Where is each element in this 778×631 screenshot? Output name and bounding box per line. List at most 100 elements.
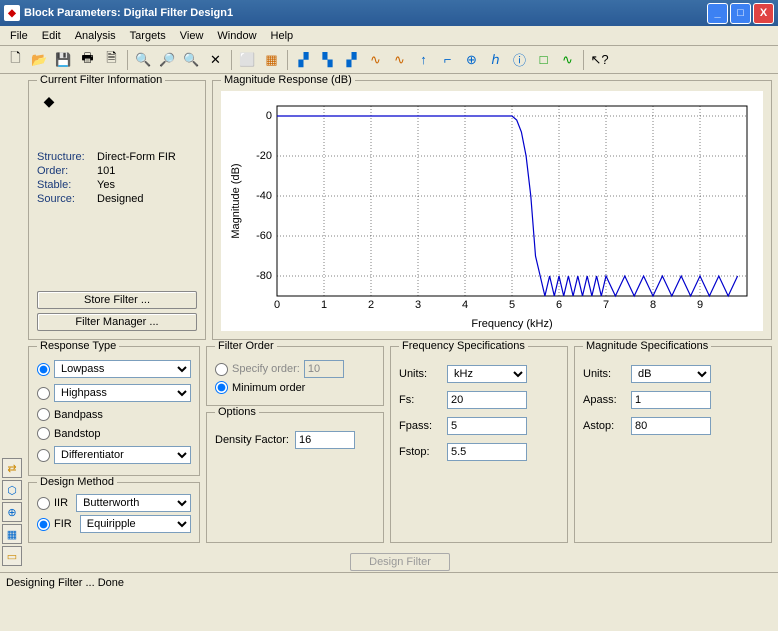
full-view-icon[interactable]: ⬜ <box>236 49 259 71</box>
print-icon[interactable]: 🖶 <box>76 49 99 71</box>
menu-targets[interactable]: Targets <box>124 28 172 44</box>
maximize-button[interactable]: □ <box>730 3 751 24</box>
svg-text:4: 4 <box>462 299 468 311</box>
polezero-icon[interactable]: ⊕ <box>460 49 483 71</box>
options-panel: Options Density Factor: <box>206 412 384 543</box>
info-icon[interactable]: ⓘ <box>508 49 531 71</box>
left-toolbar: ⇄ ⬡ ⊕ ▦ ▭ <box>0 74 24 572</box>
fs-label: Fs: <box>399 394 441 406</box>
fs-input[interactable] <box>447 391 527 409</box>
menu-help[interactable]: Help <box>265 28 300 44</box>
apass-input[interactable] <box>631 391 711 409</box>
density-factor-input[interactable] <box>295 431 355 449</box>
step-icon[interactable]: ⌐ <box>436 49 459 71</box>
phase-resp-icon[interactable]: ▚ <box>316 49 339 71</box>
minimum-order-label: Minimum order <box>232 382 305 394</box>
magnitude-chart: 01234567890-20-40-60-80Frequency (kHz)Ma… <box>221 91 763 331</box>
fpass-input[interactable] <box>447 417 527 435</box>
coeffs-icon[interactable]: ℎ <box>484 49 507 71</box>
svg-text:3: 3 <box>415 299 421 311</box>
statusbar: Designing Filter ... Done <box>0 572 778 592</box>
design-method-panel: Design Method IIRButterworth FIREquiripp… <box>28 482 200 543</box>
freq-units-select[interactable]: kHz <box>447 365 527 383</box>
astop-input[interactable] <box>631 417 711 435</box>
filter-info-panel: Current Filter Information ◆ Structure:D… <box>28 80 206 340</box>
fstop-input[interactable] <box>447 443 527 461</box>
density-factor-label: Density Factor: <box>215 434 289 446</box>
polezero-mode-icon[interactable]: ⊕ <box>2 502 22 522</box>
app-icon: ◆ <box>4 5 20 21</box>
phase-delay-icon[interactable]: ∿ <box>388 49 411 71</box>
order-label: Order: <box>37 165 97 177</box>
help-icon[interactable]: ↖? <box>588 49 611 71</box>
mag-resp-icon[interactable]: ▞ <box>292 49 315 71</box>
toolbar: 🗋 📂 💾 🖶 🗎 🔍 🔎 🔍 ✕ ⬜ ▦ ▞ ▚ ▞ ∿ ∿ ↑ ⌐ ⊕ ℎ … <box>0 46 778 74</box>
filter-order-legend: Filter Order <box>215 340 277 352</box>
matlab-icon: ◆ <box>37 91 61 111</box>
freq-specs-legend: Frequency Specifications <box>399 340 528 352</box>
roundoff-icon[interactable]: ∿ <box>556 49 579 71</box>
window-title: Block Parameters: Digital Filter Design1 <box>24 7 707 19</box>
frequency-specs-panel: Frequency Specifications Units:kHz Fs: F… <box>390 346 568 543</box>
menu-view[interactable]: View <box>174 28 210 44</box>
mag-response-legend: Magnitude Response (dB) <box>221 74 355 86</box>
minimum-order-radio[interactable] <box>215 381 228 394</box>
group-delay-icon[interactable]: ∿ <box>364 49 387 71</box>
zoom-full-icon[interactable]: ✕ <box>204 49 227 71</box>
fir-radio[interactable] <box>37 518 50 531</box>
bandpass-radio[interactable] <box>37 408 50 421</box>
specify-order-radio[interactable] <box>215 363 228 376</box>
new-icon[interactable]: 🗋 <box>4 49 27 71</box>
fir-select[interactable]: Equiripple <box>80 515 191 533</box>
svg-text:Frequency (kHz): Frequency (kHz) <box>471 318 552 330</box>
quantize-mode-icon[interactable]: ▭ <box>2 546 22 566</box>
zoom-out-icon[interactable]: 🔎 <box>156 49 179 71</box>
menu-window[interactable]: Window <box>211 28 262 44</box>
iir-select[interactable]: Butterworth <box>76 494 191 512</box>
magest-icon[interactable]: □ <box>532 49 555 71</box>
iir-radio[interactable] <box>37 497 50 510</box>
structure-value: Direct-Form FIR <box>97 151 176 163</box>
magphase-icon[interactable]: ▞ <box>340 49 363 71</box>
lowpass-select[interactable]: Lowpass <box>54 360 191 378</box>
design-filter-button[interactable]: Design Filter <box>350 553 450 571</box>
svg-text:-60: -60 <box>256 230 272 242</box>
open-icon[interactable]: 📂 <box>28 49 51 71</box>
svg-text:7: 7 <box>603 299 609 311</box>
print-preview-icon[interactable]: 🗎 <box>100 49 123 71</box>
menu-edit[interactable]: Edit <box>36 28 67 44</box>
source-value: Designed <box>97 193 143 205</box>
realize-mode-icon[interactable]: ▦ <box>2 524 22 544</box>
zoom-in-icon[interactable]: 🔍 <box>132 49 155 71</box>
minimize-button[interactable]: _ <box>707 3 728 24</box>
bandstop-radio[interactable] <box>37 427 50 440</box>
design-mode-icon[interactable]: ⇄ <box>2 458 22 478</box>
svg-text:Magnitude (dB): Magnitude (dB) <box>230 163 242 238</box>
highpass-select[interactable]: Highpass <box>54 384 191 402</box>
filter-viz-icon[interactable]: ▦ <box>260 49 283 71</box>
filter-manager-button[interactable]: Filter Manager ... <box>37 313 197 331</box>
zoom-x-icon[interactable]: 🔍 <box>180 49 203 71</box>
save-icon[interactable]: 💾 <box>52 49 75 71</box>
svg-text:2: 2 <box>368 299 374 311</box>
menu-file[interactable]: File <box>4 28 34 44</box>
differentiator-select[interactable]: Differentiator <box>54 446 191 464</box>
import-mode-icon[interactable]: ⬡ <box>2 480 22 500</box>
lowpass-radio[interactable] <box>37 363 50 376</box>
svg-text:0: 0 <box>266 110 272 122</box>
highpass-radio[interactable] <box>37 387 50 400</box>
mag-specs-legend: Magnitude Specifications <box>583 340 711 352</box>
specify-order-input <box>304 360 344 378</box>
fstop-label: Fstop: <box>399 446 441 458</box>
differentiator-radio[interactable] <box>37 449 50 462</box>
menu-analysis[interactable]: Analysis <box>69 28 122 44</box>
stable-value: Yes <box>97 179 115 191</box>
svg-text:5: 5 <box>509 299 515 311</box>
impulse-icon[interactable]: ↑ <box>412 49 435 71</box>
design-method-legend: Design Method <box>37 476 117 488</box>
close-button[interactable]: X <box>753 3 774 24</box>
magnitude-specs-panel: Magnitude Specifications Units:dB Apass:… <box>574 346 772 543</box>
store-filter-button[interactable]: Store Filter ... <box>37 291 197 309</box>
apass-label: Apass: <box>583 394 625 406</box>
mag-units-select[interactable]: dB <box>631 365 711 383</box>
